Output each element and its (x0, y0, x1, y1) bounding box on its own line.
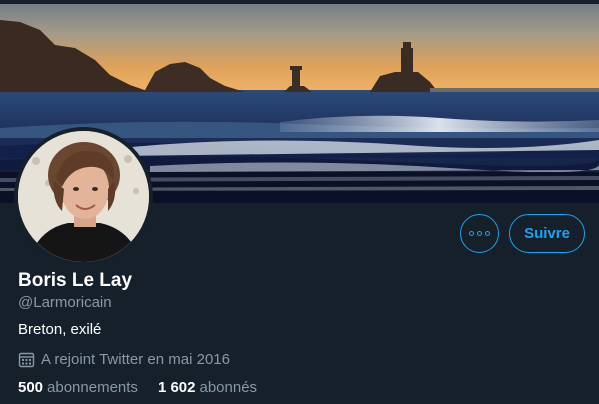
more-options-button[interactable] (460, 214, 499, 253)
following-label: abonnements (47, 379, 138, 396)
profile-stats: 500 abonnements 1 602 abonnés (18, 379, 257, 396)
follow-button[interactable]: Suivre (509, 214, 585, 253)
more-options-icon (469, 231, 490, 236)
profile-joined-date: A rejoint Twitter en mai 2016 (18, 351, 230, 368)
profile-bio: Breton, exilé (18, 321, 102, 338)
profile-page: Suivre Boris Le Lay @Larmoricain Breton,… (0, 0, 599, 404)
following-count: 500 (18, 379, 44, 396)
followers-label: abonnés (199, 379, 258, 396)
avatar[interactable] (14, 127, 153, 266)
profile-handle: @Larmoricain (18, 294, 112, 311)
following-link[interactable]: 500 abonnements (18, 379, 138, 396)
followers-count: 1 602 (157, 379, 196, 396)
joined-date-text: A rejoint Twitter en mai 2016 (41, 351, 230, 368)
avatar-photo (18, 131, 149, 262)
followers-link[interactable]: 1 602 abonnés (158, 379, 257, 396)
calendar-icon (18, 352, 35, 368)
banner-top-edge (0, 0, 599, 4)
profile-display-name: Boris Le Lay (18, 270, 133, 291)
